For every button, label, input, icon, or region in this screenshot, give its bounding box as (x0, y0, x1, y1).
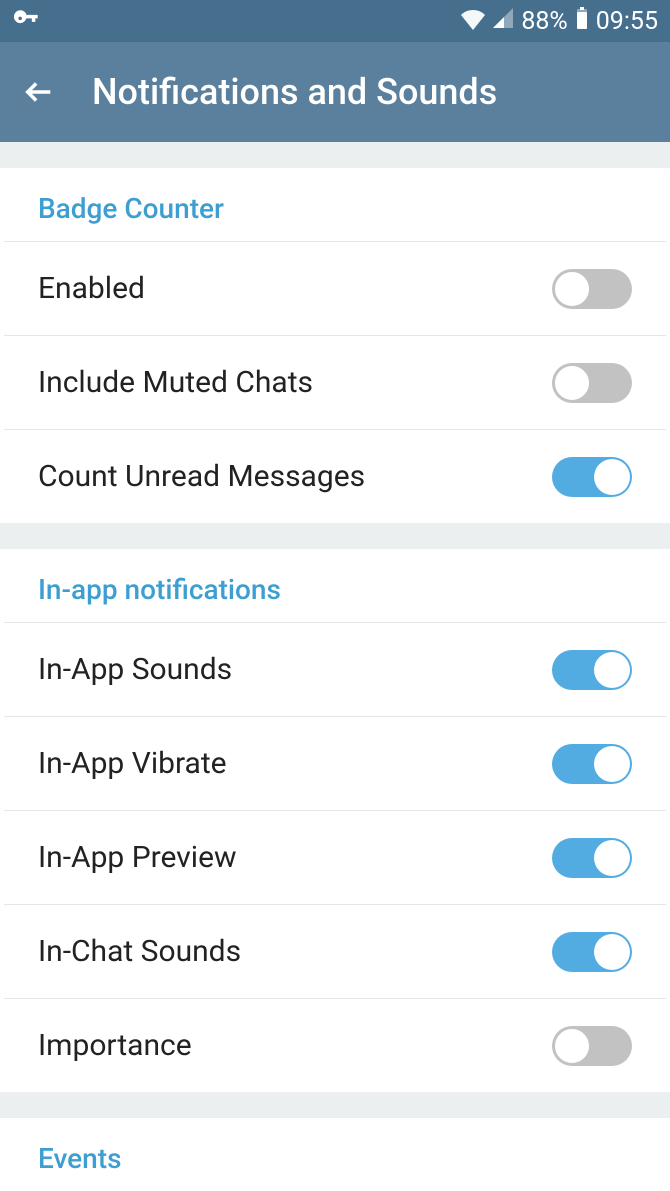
section-title-inapp: In-app notifications (4, 549, 666, 622)
section-badge-counter: Badge Counter Enabled Include Muted Chat… (0, 168, 670, 523)
row-inapp-vibrate[interactable]: In-App Vibrate (4, 716, 666, 810)
row-label-vibrate: In-App Vibrate (38, 746, 227, 781)
app-header: Notifications and Sounds (0, 42, 670, 142)
row-label-sounds: In-App Sounds (38, 652, 232, 687)
wifi-icon (461, 6, 485, 37)
toggle-sounds[interactable] (552, 650, 632, 690)
toggle-preview[interactable] (552, 838, 632, 878)
clock-time: 09:55 (596, 7, 658, 36)
row-label-importance: Importance (38, 1028, 192, 1063)
row-enabled[interactable]: Enabled (4, 241, 666, 335)
back-button[interactable] (22, 75, 56, 109)
toggle-unread[interactable] (552, 457, 632, 497)
row-label-preview: In-App Preview (38, 840, 237, 875)
battery-percent: 88% (521, 7, 567, 36)
row-label-enabled: Enabled (38, 271, 145, 306)
row-inchat-sounds[interactable]: In-Chat Sounds (4, 904, 666, 998)
row-count-unread[interactable]: Count Unread Messages (4, 429, 666, 523)
row-label-muted: Include Muted Chats (38, 365, 313, 400)
row-importance[interactable]: Importance (4, 998, 666, 1092)
toggle-muted[interactable] (552, 363, 632, 403)
toggle-importance[interactable] (552, 1026, 632, 1066)
section-title-events: Events (4, 1118, 666, 1191)
settings-content[interactable]: Badge Counter Enabled Include Muted Chat… (0, 168, 670, 1191)
toggle-chatsounds[interactable] (552, 932, 632, 972)
row-include-muted[interactable]: Include Muted Chats (4, 335, 666, 429)
toggle-vibrate[interactable] (552, 744, 632, 784)
row-inapp-preview[interactable]: In-App Preview (4, 810, 666, 904)
row-label-unread: Count Unread Messages (38, 459, 365, 494)
row-inapp-sounds[interactable]: In-App Sounds (4, 622, 666, 716)
section-title-badge: Badge Counter (4, 168, 666, 241)
status-bar: 88% 09:55 (0, 0, 670, 42)
signal-icon (491, 6, 515, 37)
page-title: Notifications and Sounds (92, 71, 497, 113)
row-label-chatsounds: In-Chat Sounds (38, 934, 241, 969)
section-events: Events (0, 1118, 670, 1191)
toggle-enabled[interactable] (552, 269, 632, 309)
vpn-key-icon (12, 5, 40, 37)
battery-icon (574, 6, 590, 37)
section-inapp: In-app notifications In-App Sounds In-Ap… (0, 549, 670, 1092)
